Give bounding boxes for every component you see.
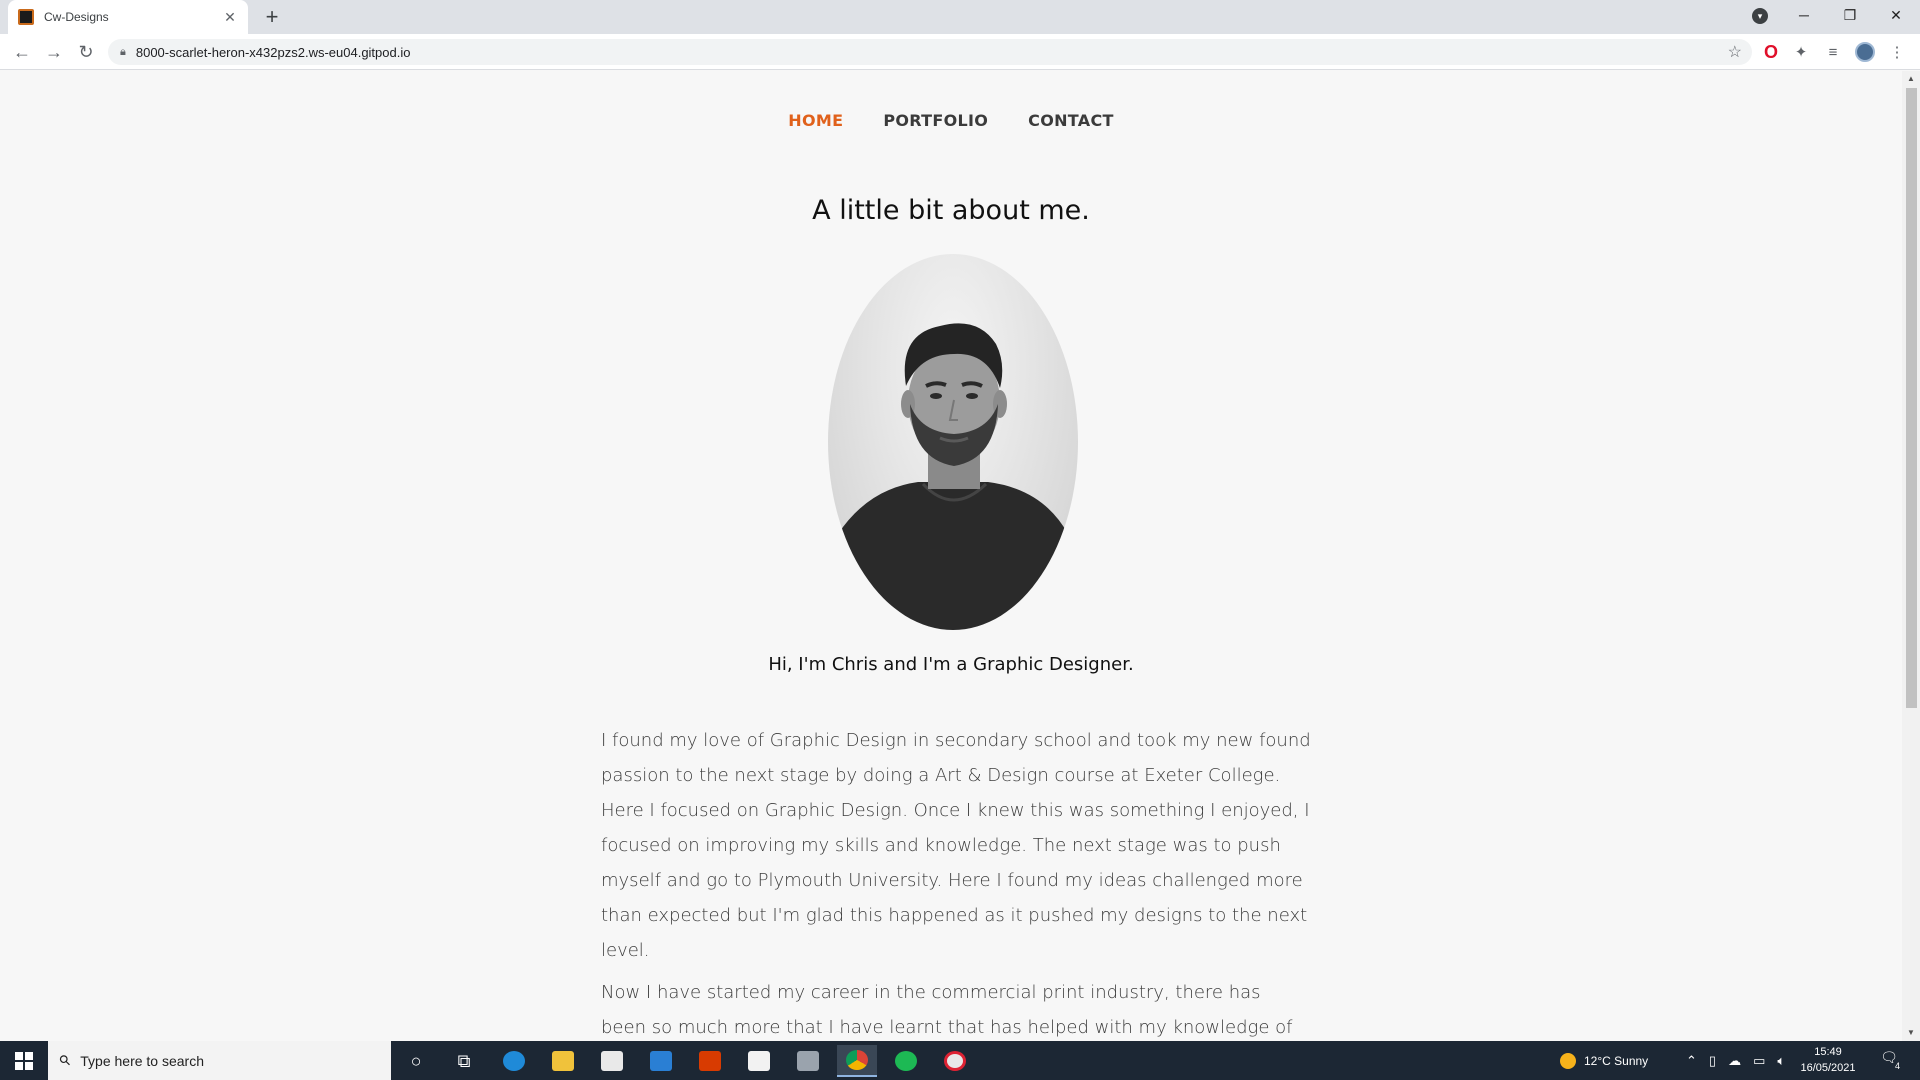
profile-photo — [828, 254, 1078, 630]
settings-app-icon[interactable] — [788, 1045, 828, 1077]
nav-contact[interactable]: CONTACT — [1028, 111, 1114, 130]
notification-center-icon[interactable]: 🗨︎ 4 — [1878, 1049, 1900, 1071]
taskbar-clock[interactable]: 15:49 16/05/2021 — [1796, 1044, 1860, 1076]
tab-strip: Cw-Designs ✕ + ▾ ─ ❐ ✕ — [0, 0, 1920, 34]
scroll-down-arrow-icon[interactable]: ▼ — [1902, 1025, 1920, 1041]
restore-button[interactable]: ❐ — [1827, 0, 1873, 30]
extensions-puzzle-icon[interactable]: ✦ — [1790, 41, 1812, 63]
opera-extension-icon[interactable]: O — [1760, 41, 1782, 63]
bio-paragraph-2: Now I have started my career in the comm… — [601, 982, 1293, 1038]
portrait-illustration — [828, 323, 1078, 630]
start-button[interactable] — [0, 1041, 48, 1080]
clock-date: 16/05/2021 — [1800, 1062, 1856, 1074]
office-icon[interactable] — [690, 1045, 730, 1077]
taskbar-search-placeholder: Type here to search — [80, 1052, 205, 1069]
spotify-icon[interactable] — [886, 1045, 926, 1077]
taskbar-search-box[interactable]: ⚲ Type here to search — [48, 1041, 391, 1080]
search-icon: ⚲ — [55, 1050, 75, 1070]
windows-taskbar: ⚲ Type here to search ○ ⧉ 12°C Sunny ⌃ ▯… — [0, 1041, 1920, 1080]
site-nav: HOME PORTFOLIO CONTACT — [0, 111, 1902, 130]
profile-avatar[interactable] — [1854, 41, 1876, 63]
url-text: 8000-scarlet-heron-x432pzs2.ws-eu04.gitp… — [135, 44, 411, 60]
page-heading: A little bit about me. — [812, 195, 1090, 226]
minimize-button[interactable]: ─ — [1781, 0, 1827, 30]
chrome-icon[interactable] — [837, 1045, 877, 1077]
tab-close-icon[interactable]: ✕ — [222, 9, 238, 26]
back-button[interactable]: ← — [10, 40, 34, 64]
tab-title: Cw-Designs — [44, 10, 109, 24]
page-viewport: HOME PORTFOLIO CONTACT A little bit abou… — [0, 71, 1902, 1041]
chrome-app-icon[interactable] — [935, 1045, 975, 1077]
close-window-button[interactable]: ✕ — [1873, 0, 1919, 30]
onedrive-icon[interactable]: ☁ — [1728, 1053, 1741, 1069]
tray-chevron-icon[interactable]: ⌃ — [1686, 1053, 1697, 1069]
task-view-icon[interactable]: ⧉ — [444, 1045, 484, 1077]
notification-count: 4 — [1894, 1061, 1900, 1071]
nav-home[interactable]: HOME — [788, 111, 843, 130]
tab-search-icon[interactable]: ▾ — [1752, 8, 1768, 24]
mail-icon[interactable] — [641, 1045, 681, 1077]
lock-icon: 🔒︎ — [120, 45, 126, 58]
clock-time: 15:49 — [1814, 1046, 1842, 1058]
reading-list-icon[interactable]: ≡ — [1822, 41, 1844, 63]
tray-device-icon[interactable]: ▯ — [1709, 1053, 1716, 1069]
browser-tab[interactable]: Cw-Designs ✕ — [8, 0, 248, 34]
scroll-thumb[interactable] — [1906, 88, 1917, 708]
volume-icon[interactable]: 🔈︎ — [1777, 1053, 1785, 1069]
reload-button[interactable]: ↻ — [74, 40, 98, 64]
file-explorer-icon[interactable] — [543, 1045, 583, 1077]
new-tab-button[interactable]: + — [258, 4, 286, 30]
page-scrollbar[interactable]: ▲ ▼ — [1902, 71, 1920, 1041]
system-tray: ⌃ ▯ ☁ ▭ 🔈︎ — [1686, 1041, 1785, 1080]
app-icon[interactable] — [739, 1045, 779, 1077]
store-icon[interactable] — [592, 1045, 632, 1077]
site-favicon-icon — [18, 9, 34, 25]
browser-toolbar: ← → ↻ 🔒︎ 8000-scarlet-heron-x432pzs2.ws-… — [0, 34, 1920, 70]
weather-text: 12°C Sunny — [1584, 1053, 1649, 1068]
scroll-up-arrow-icon[interactable]: ▲ — [1902, 71, 1920, 87]
edge-icon[interactable] — [494, 1045, 534, 1077]
intro-text: Hi, I'm Chris and I'm a Graphic Designer… — [768, 654, 1134, 675]
browser-menu-icon[interactable]: ⋮ — [1886, 41, 1908, 63]
weather-widget[interactable]: 12°C Sunny — [1560, 1041, 1648, 1080]
bio-paragraph-1: I found my love of Graphic Design in sec… — [601, 730, 1311, 961]
address-bar[interactable]: 🔒︎ 8000-scarlet-heron-x432pzs2.ws-eu04.g… — [108, 39, 1752, 65]
windows-logo-icon — [15, 1051, 33, 1070]
sun-icon — [1560, 1052, 1576, 1069]
nav-portfolio[interactable]: PORTFOLIO — [883, 111, 988, 130]
bookmark-star-icon[interactable]: ☆ — [1728, 42, 1742, 62]
forward-button[interactable]: → — [42, 40, 66, 64]
cortana-icon[interactable]: ○ — [396, 1045, 436, 1077]
network-icon[interactable]: ▭ — [1753, 1053, 1765, 1069]
